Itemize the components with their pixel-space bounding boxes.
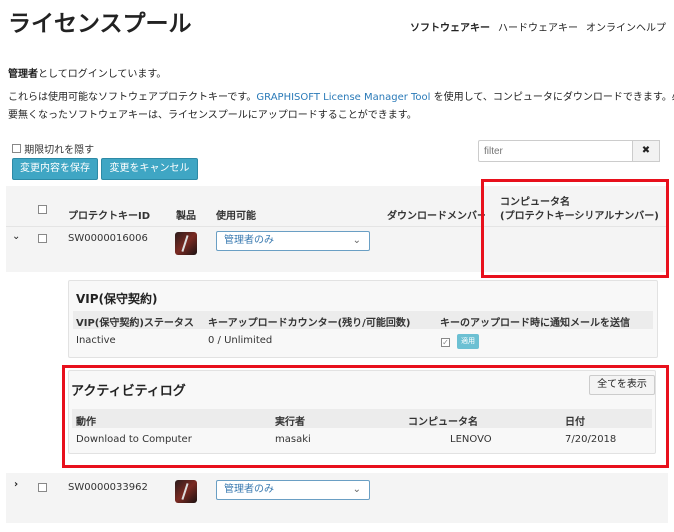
activity-action: Download to Computer — [76, 434, 192, 445]
archicad-product-icon — [175, 232, 197, 255]
activity-col-computer: コンピュータ名 — [408, 417, 478, 428]
upload-counter: 0 / Unlimited — [208, 335, 273, 346]
vip-title: VIP(保守契約) — [76, 292, 158, 306]
hide-expired-toggle[interactable]: 期限切れを隠す — [12, 141, 94, 156]
filter-input[interactable] — [478, 140, 633, 162]
col-product: 製品 — [176, 211, 196, 222]
login-status: 管理者としてログインしています。 — [8, 65, 166, 80]
intro-text: を使用して、コンピュータにダウンロードできます。必 — [430, 92, 674, 103]
activity-col-date: 日付 — [565, 417, 585, 428]
activity-col-action: 動作 — [76, 417, 96, 428]
hide-expired-label: 期限切れを隠す — [24, 145, 95, 156]
license-manager-link[interactable]: GRAPHISOFT License Manager Tool — [256, 92, 430, 103]
key-id: SW0000016006 — [68, 233, 148, 244]
vip-col-notify: キーのアップロード時に通知メールを送信 — [440, 318, 630, 329]
col-key-id: プロテクトキーID — [68, 211, 151, 222]
key-id: SW0000033962 — [68, 482, 148, 493]
chevron-right-icon[interactable]: › — [14, 479, 18, 490]
save-changes-button[interactable]: 変更内容を保存 — [12, 158, 98, 180]
nav-online-help[interactable]: オンラインヘルプ — [586, 19, 666, 34]
apply-button[interactable]: 適用 — [457, 334, 479, 349]
intro-text: これらは使用可能なソフトウェアプロテクトキーです。 — [8, 92, 257, 103]
row-checkbox[interactable] — [38, 483, 47, 492]
row-checkbox[interactable] — [38, 234, 47, 243]
activity-col-user: 実行者 — [275, 417, 305, 428]
notify-checkbox[interactable]: ✓ — [441, 338, 450, 347]
chevron-down-icon: ⌄ — [352, 235, 361, 246]
activity-date: 7/20/2018 — [565, 434, 617, 445]
hide-expired-checkbox[interactable] — [12, 144, 21, 153]
nav-hardware-keys[interactable]: ハードウェアキー — [498, 19, 578, 34]
intro-line-1: これらは使用可能なソフトウェアプロテクトキーです。GRAPHISOFT Lice… — [8, 88, 674, 103]
activity-title: アクティビティログ — [71, 384, 186, 399]
archicad-product-icon — [175, 480, 197, 503]
login-role: 管理者 — [8, 69, 38, 80]
intro-line-2: 要無くなったソフトウェアキーは、ライセンスプールにアップロードすることができます… — [8, 110, 417, 121]
availability-value: 管理者のみ — [224, 484, 274, 495]
page-title: ライセンスプール — [8, 11, 192, 37]
clear-filter-button[interactable]: ✖ — [632, 140, 660, 162]
vip-status: Inactive — [76, 335, 116, 346]
availability-select[interactable]: 管理者のみ ⌄ — [216, 231, 370, 251]
vip-col-counter: キーアップロードカウンター(残り/可能回数) — [208, 318, 411, 329]
activity-computer: LENOVO — [450, 434, 492, 445]
vip-col-status: VIP(保守契約)ステータス — [76, 318, 194, 329]
login-text: としてログインしています。 — [38, 69, 167, 80]
nav-software-keys[interactable]: ソフトウェアキー — [410, 19, 490, 34]
availability-select[interactable]: 管理者のみ ⌄ — [216, 480, 370, 500]
col-availability: 使用可能 — [216, 211, 256, 222]
availability-value: 管理者のみ — [224, 235, 274, 246]
cancel-changes-button[interactable]: 変更をキャンセル — [101, 158, 198, 180]
highlight-box — [481, 179, 669, 278]
col-download-member: ダウンロードメンバー — [387, 211, 485, 222]
activity-user: masaki — [275, 434, 311, 445]
show-all-button[interactable]: 全てを表示 — [589, 375, 655, 395]
chevron-down-icon[interactable]: ⌄ — [12, 231, 20, 242]
select-all-checkbox[interactable] — [38, 205, 47, 214]
chevron-down-icon: ⌄ — [352, 484, 361, 495]
